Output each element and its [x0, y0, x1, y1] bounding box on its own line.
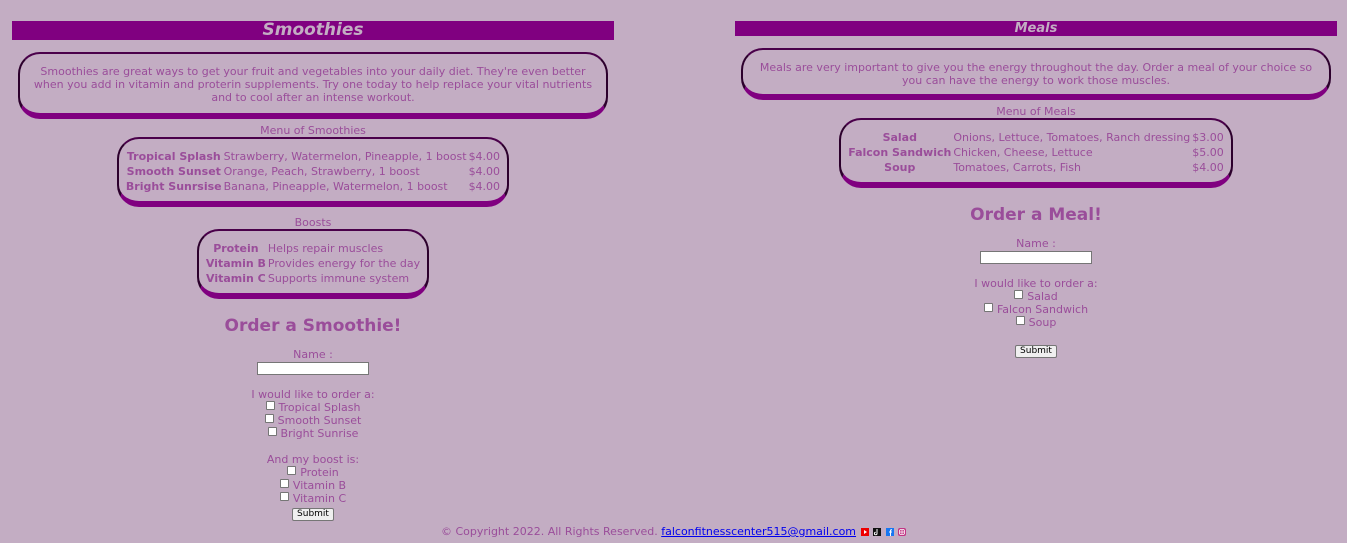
smoothie-name-input[interactable]	[257, 362, 369, 375]
smoothie-order-form: Name : I would like to order a: Tropical…	[12, 348, 614, 521]
checkbox[interactable]	[1015, 316, 1025, 325]
menu-item-name: Tropical Splash	[126, 150, 221, 163]
menu-item-name: Smooth Sunset	[126, 165, 221, 178]
boosts-title: Boosts	[294, 216, 332, 229]
option-label: Soup	[1028, 316, 1057, 329]
boost-name: Protein	[213, 242, 259, 255]
checkbox[interactable]	[279, 492, 289, 501]
smoothie-option-smooth-sunset: Smooth Sunset	[12, 414, 614, 427]
checkbox[interactable]	[279, 479, 289, 488]
instagram-icon[interactable]	[898, 528, 907, 536]
smoothies-title: Smoothies	[12, 21, 614, 40]
menu-item-price: $4.00	[468, 180, 501, 193]
menu-item-name: Bright Sunrsise	[125, 180, 222, 193]
footer: © Copyright 2022. All Rights Reserved. f…	[0, 525, 1347, 539]
email-link[interactable]: falconfitnesscenter515@gmail.com	[661, 525, 856, 538]
meals-title: Meals	[735, 21, 1337, 36]
smoothie-order-heading: Order a Smoothie!	[224, 316, 402, 336]
table-row: Salad Onions, Lettuce, Tomatoes, Ranch d…	[847, 130, 1225, 145]
facebook-icon[interactable]	[885, 528, 894, 536]
boost-option-vitamin-c: Vitamin C	[12, 492, 614, 505]
youtube-icon[interactable]	[860, 528, 869, 536]
boost-desc: Provides energy for the day	[267, 257, 421, 270]
menu-item-name: Salad	[882, 131, 917, 144]
menu-item-desc: Tomatoes, Carrots, Fish	[953, 161, 1081, 174]
menu-item-desc: Banana, Pineapple, Watermelon, 1 boost	[223, 180, 448, 193]
menu-item-price: $3.00	[1192, 131, 1224, 144]
menu-item-desc: Strawberry, Watermelon, Pineapple, 1 boo…	[223, 150, 467, 163]
table-row: Vitamin C Supports immune system	[205, 271, 421, 286]
checkbox[interactable]	[287, 466, 297, 475]
smoothie-submit-button[interactable]: Submit	[292, 508, 334, 521]
checkbox[interactable]	[265, 401, 275, 410]
meal-order-form: Name : I would like to order a: Salad Fa…	[735, 237, 1337, 358]
menu-item-price: $4.00	[468, 165, 501, 178]
checkbox[interactable]	[264, 414, 274, 423]
copyright-text: © Copyright 2022. All Rights Reserved.	[440, 525, 658, 538]
smoothies-menu-title: Menu of Smoothies	[260, 124, 366, 137]
meal-name-input[interactable]	[980, 251, 1092, 264]
menu-item-name: Falcon Sandwich	[848, 146, 952, 159]
boost-desc: Helps repair muscles	[267, 242, 384, 255]
table-row: Protein Helps repair muscles	[205, 241, 421, 256]
name-label: Name :	[1016, 237, 1056, 250]
table-row: Smooth Sunset Orange, Peach, Strawberry,…	[125, 164, 501, 179]
boost-desc: Supports immune system	[267, 272, 410, 285]
tiktok-icon[interactable]	[873, 528, 882, 536]
boost-label: And my boost is:	[266, 453, 360, 466]
menu-item-desc: Chicken, Cheese, Lettuce	[953, 146, 1093, 159]
option-label: Protein	[300, 466, 339, 479]
order-label: I would like to order a:	[974, 277, 1098, 290]
meals-intro: Meals are very important to give you the…	[741, 48, 1331, 100]
option-label: Tropical Splash	[278, 401, 361, 414]
smoothie-option-bright-sunrise: Bright Sunrise	[12, 427, 614, 440]
option-label: Bright Sunrise	[280, 427, 359, 440]
smoothies-intro: Smoothies are great ways to get your fru…	[18, 52, 608, 119]
order-label: I would like to order a:	[251, 388, 375, 401]
smoothies-section: Smoothies Smoothies are great ways to ge…	[12, 21, 614, 521]
option-label: Vitamin B	[292, 479, 347, 492]
checkbox[interactable]	[1014, 290, 1024, 299]
meals-menu: Salad Onions, Lettuce, Tomatoes, Ranch d…	[839, 118, 1233, 188]
boosts-menu: Protein Helps repair muscles Vitamin B P…	[196, 229, 430, 299]
table-row: Vitamin B Provides energy for the day	[205, 256, 421, 271]
menu-item-price: $4.00	[468, 150, 501, 163]
boost-name: Vitamin C	[206, 272, 266, 285]
menu-item-price: $4.00	[1192, 161, 1224, 174]
meal-submit-button[interactable]: Submit	[1015, 345, 1057, 358]
meal-option-soup: Soup	[735, 316, 1337, 329]
checkbox[interactable]	[983, 303, 993, 312]
meals-menu-title: Menu of Meals	[996, 105, 1076, 118]
boost-option-vitamin-b: Vitamin B	[12, 479, 614, 492]
name-label: Name :	[293, 348, 333, 361]
menu-item-desc: Onions, Lettuce, Tomatoes, Ranch dressin…	[953, 131, 1191, 144]
option-label: Falcon Sandwich	[996, 303, 1089, 316]
boost-name: Vitamin B	[205, 257, 266, 270]
menu-item-price: $5.00	[1192, 146, 1224, 159]
table-row: Tropical Splash Strawberry, Watermelon, …	[125, 149, 501, 164]
meal-option-salad: Salad	[735, 290, 1337, 303]
menu-item-name: Soup	[884, 161, 916, 174]
option-label: Salad	[1027, 290, 1058, 303]
smoothie-option-tropical-splash: Tropical Splash	[12, 401, 614, 414]
option-label: Smooth Sunset	[277, 414, 362, 427]
table-row: Falcon Sandwich Chicken, Cheese, Lettuce…	[847, 145, 1225, 160]
meals-section: Meals Meals are very important to give y…	[735, 21, 1337, 358]
table-row: Bright Sunrsise Banana, Pineapple, Water…	[125, 179, 501, 194]
option-label: Vitamin C	[292, 492, 347, 505]
meal-option-falcon-sandwich: Falcon Sandwich	[735, 303, 1337, 316]
checkbox[interactable]	[267, 427, 277, 436]
table-row: Soup Tomatoes, Carrots, Fish $4.00	[847, 160, 1225, 175]
boost-option-protein: Protein	[12, 466, 614, 479]
smoothies-menu: Tropical Splash Strawberry, Watermelon, …	[116, 137, 510, 207]
menu-item-desc: Orange, Peach, Strawberry, 1 boost	[223, 165, 420, 178]
meal-order-heading: Order a Meal!	[970, 205, 1102, 225]
